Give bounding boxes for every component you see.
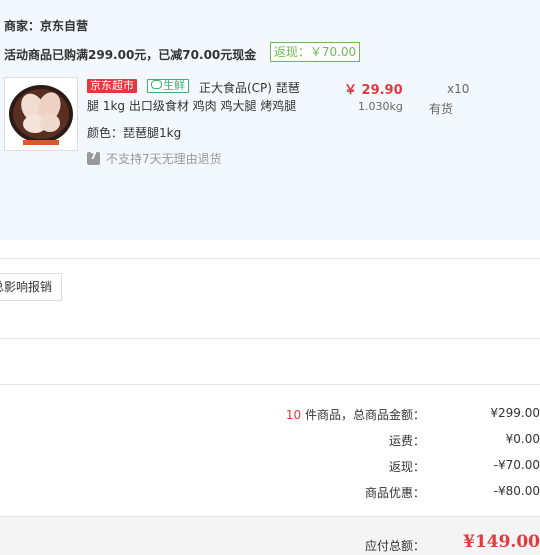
- chicken-leg-image: [5, 78, 77, 150]
- divider: [0, 258, 540, 259]
- divider: [0, 384, 540, 385]
- order-item-panel: [0, 0, 540, 240]
- rebate-badge: 返现：￥70.00: [270, 42, 360, 62]
- rebate-value: -¥70.00: [493, 458, 540, 472]
- jd-supermarket-badge: 京东超市: [87, 79, 137, 93]
- fresh-badge: 生鲜: [147, 79, 189, 93]
- product-price: ￥ 29.90: [344, 83, 403, 98]
- product-color: 颜色：琵琶腿1kg: [87, 126, 182, 140]
- no-return-icon: [87, 151, 100, 165]
- fresh-icon: [151, 80, 162, 89]
- goods-total-value: ¥299.00: [490, 406, 540, 420]
- product-weight: 1.030kg: [358, 100, 403, 113]
- divider: [0, 338, 540, 339]
- product-title-line2[interactable]: 腿 1kg 出口级食材 鸡肉 鸡大腿 烤鸡腿: [87, 97, 296, 114]
- shipping-value: ¥0.00: [505, 432, 540, 446]
- no-return-text: 不支持7天无理由退货: [106, 152, 222, 166]
- product-title-line1[interactable]: 正大食品(CP) 琵琶: [199, 79, 300, 96]
- product-thumbnail[interactable]: [4, 77, 78, 151]
- no-return-notice: 不支持7天无理由退货: [87, 150, 222, 167]
- discount-value: -¥80.00: [493, 484, 540, 498]
- product-quantity: x10: [447, 82, 470, 96]
- promo-text: 活动商品已购满299.00元，已减70.00元现金: [4, 48, 257, 62]
- merchant-label: 商家：京东自营: [4, 19, 89, 33]
- fresh-badge-label: 生鲜: [163, 79, 185, 92]
- stock-status: 有货: [429, 102, 454, 116]
- total-payable-value: ¥149.00: [463, 532, 540, 552]
- invoice-button[interactable]: 总影响报销: [0, 273, 62, 301]
